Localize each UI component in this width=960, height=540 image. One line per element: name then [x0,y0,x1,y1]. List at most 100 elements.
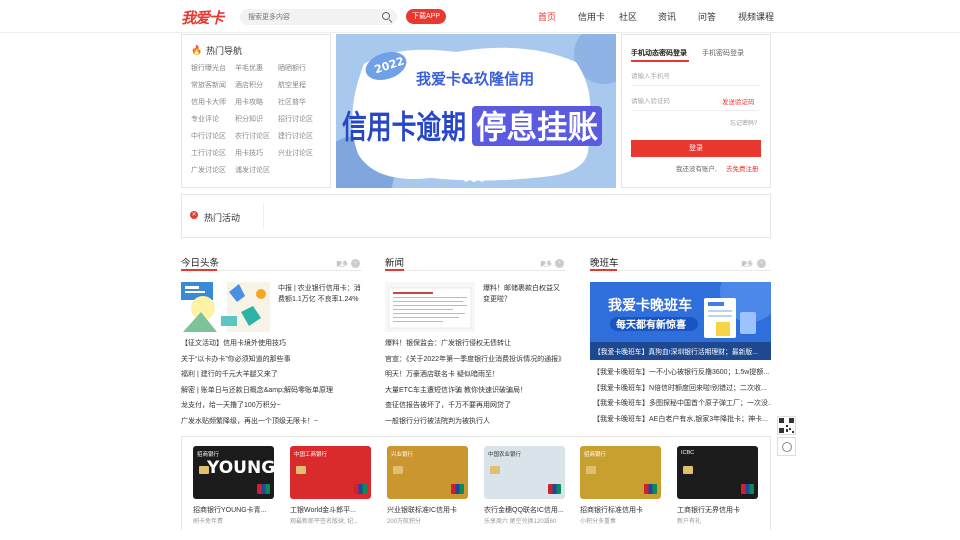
evening-item[interactable]: 【我爱卡晚班车】一不小心被银行反撸3600；1.5w提额... [593,367,771,377]
today-item[interactable]: 广发水贴频繁降级，再出一个顶级无限卡！~ [181,416,362,426]
hot-nav-link[interactable]: 工行讨论区 [191,148,226,158]
hot-nav-link[interactable]: 广发讨论区 [191,165,226,175]
news-item[interactable]: 一般银行分行被法院判为被执行人 [385,416,566,426]
news-more-link[interactable]: 更多 [540,259,552,268]
evening-more-icon[interactable]: › [757,259,766,268]
card-title[interactable]: 农行金穗QQ联名IC信用... [484,505,570,515]
credit-card-image[interactable]: ICBC [677,446,758,499]
card-bank-name: ICBC [681,450,695,456]
hot-nav-link[interactable]: 浦发讨论区 [235,165,270,175]
customer-service-button[interactable] [777,437,796,456]
qr-code-button[interactable] [777,416,796,435]
hot-nav-link[interactable]: 专业评论 [191,114,219,124]
hot-nav-link[interactable]: 航空里程 [278,80,306,90]
unionpay-logo [257,484,270,494]
news-item[interactable]: 大量ETC车主遭短信诈骗 教你快速识破骗局！ [385,385,566,395]
news-item[interactable]: 官宣：《关于2022年第一季度银行业消费投诉情况的通报》 [385,354,566,364]
card-bank-name: 中国农业银行 [488,452,522,458]
hot-nav-link[interactable]: 建行讨论区 [278,131,313,141]
news-more-icon[interactable]: › [555,259,564,268]
send-code-link[interactable]: 发送验证码 [722,96,755,106]
credit-card-image[interactable]: 招商银行 [580,446,661,499]
activity-icon: ✕ [190,211,198,219]
news-item[interactable]: 查征信报告被坏了，千万不要再用网贷了 [385,400,566,410]
card-chip [683,466,693,474]
today-item[interactable]: 解密 | 账单日与还款日概念&amp;解码零账单原理 [181,385,362,395]
evening-title: 晚班车 [590,258,619,269]
hot-nav-link[interactable]: 招行讨论区 [278,114,313,124]
promo-banner[interactable]: 2022 我爱卡&玖隆信用 信用卡逾期 停息挂账 [336,34,616,188]
card-chip [490,466,500,474]
nav-video-course[interactable]: 视频课程 [738,10,774,23]
phone-input[interactable]: 请输入手机号 [631,70,761,86]
today-more-link[interactable]: 更多 [336,259,348,268]
credit-card-image[interactable]: 招商银行 YOUNG [193,446,274,499]
hot-nav-link[interactable]: 信用卡大师 [191,97,226,107]
card-subtitle: 小积分多重奏 [580,519,617,525]
download-app-button[interactable]: 下载APP [406,9,446,24]
card-title[interactable]: 招商银行标准信用卡 [580,505,666,515]
credit-card-image[interactable]: 兴业银行 [387,446,468,499]
today-item[interactable]: 【征文活动】信用卡境外使用技巧 [181,338,362,348]
card-subtitle: 观最新郎平签名版球, 纪... [290,519,359,525]
card-face-text: YOUNG [207,458,274,478]
evening-item[interactable]: 【我爱卡晚班车】多图探秘中国首个原子弹工厂；一次没... [593,398,771,408]
active-tab-underline [631,60,689,62]
evening-more-link[interactable]: 更多 [741,259,753,268]
search-bar[interactable] [240,9,397,25]
card-title[interactable]: 兴业银联标准IC信用卡 [387,505,473,515]
today-item[interactable]: 关于“以卡办卡”你必须知道的那些事 [181,354,362,364]
today-feature-image[interactable] [181,282,270,332]
unionpay-logo [451,484,464,494]
evening-banner[interactable]: 我爱卡晚班车 每天都有新惊喜 【我爱卡晚班车】真狗血!深圳银行活期理财；最新版.… [590,282,771,360]
hot-nav-link[interactable]: 积分知识 [235,114,263,124]
evening-item[interactable]: 【我爱卡晚班车】N倍信时额度回来啦!别错过；二次收... [593,383,771,393]
login-button[interactable]: 登录 [631,140,761,157]
news-feature-text[interactable]: 爆料！邮储裹款白权益又变更啦？ [483,283,566,305]
banner-line3: 停息挂账 [476,108,598,146]
hot-nav-link[interactable]: 羊毛优惠 [235,63,263,73]
card-chip [586,466,596,474]
today-item[interactable]: 龙支付，给一天撸了100万积分~ [181,400,362,410]
card-chip [199,466,209,474]
nav-community[interactable]: 社区 [619,10,637,23]
today-underline [181,269,217,271]
nav-qa[interactable]: 问答 [698,10,716,23]
news-feature-image[interactable] [385,282,475,332]
card-title[interactable]: 工银World金斗郎平... [290,505,376,515]
nav-credit-card[interactable]: 信用卡 [578,10,605,23]
hot-nav-link[interactable]: 常旅客新闻 [191,80,226,90]
today-item[interactable]: 福利 | 建行的千元大羊腿又来了 [181,369,362,379]
hot-nav-link[interactable]: 社区普华 [278,97,306,107]
card-title[interactable]: 工商银行无界信用卡 [677,505,763,515]
hot-nav-link[interactable]: 中行讨论区 [191,131,226,141]
nav-news[interactable]: 资讯 [658,10,676,23]
unionpay-logo [548,484,561,494]
forgot-password-link[interactable]: 忘记密码? [730,118,757,127]
news-item[interactable]: 明天！万豪酒店联名卡 疑似暗雨至！ [385,369,566,379]
today-more-icon[interactable]: › [351,259,360,268]
credit-card-image[interactable]: 中国工商银行 [290,446,371,499]
card-title[interactable]: 招商银行YOUNG卡青... [193,505,279,515]
fire-icon: 🔥 [191,45,203,55]
news-divider [385,270,566,271]
hot-nav-link[interactable]: 用卡攻略 [235,97,263,107]
hot-nav-link[interactable]: 农行讨论区 [235,131,270,141]
site-logo[interactable]: 我爱卡 [181,7,224,28]
tab-sms-login[interactable]: 手机动态密码登录 [631,48,687,58]
hot-nav-link[interactable]: 酒店积分 [235,80,263,90]
tab-password-login[interactable]: 手机密码登录 [702,48,744,58]
hot-activity-title: 热门活动 [204,213,241,223]
credit-card-image[interactable]: 中国农业银行 [484,446,565,499]
hot-nav-link[interactable]: 用卡技巧 [235,148,263,158]
search-input[interactable] [248,11,373,23]
today-feature-text[interactable]: 中报 | 农业银行信用卡：消费额1.1万亿 不良率1.24% [278,283,362,305]
nav-home[interactable]: 首页 [538,10,556,23]
hot-nav-link[interactable]: 晒晒额行 [278,63,306,73]
evening-item[interactable]: 【我爱卡晚班车】AE白老户有水,银家3年降批卡；神卡... [593,414,771,424]
register-link[interactable]: 去免费注册 [726,163,759,173]
search-icon[interactable] [382,12,390,20]
news-item[interactable]: 爆料！银保监会：广发银行侵权无债转让 [385,338,566,348]
hot-nav-link[interactable]: 银行曝光台 [191,63,226,73]
hot-nav-link[interactable]: 兴业讨论区 [278,148,313,158]
